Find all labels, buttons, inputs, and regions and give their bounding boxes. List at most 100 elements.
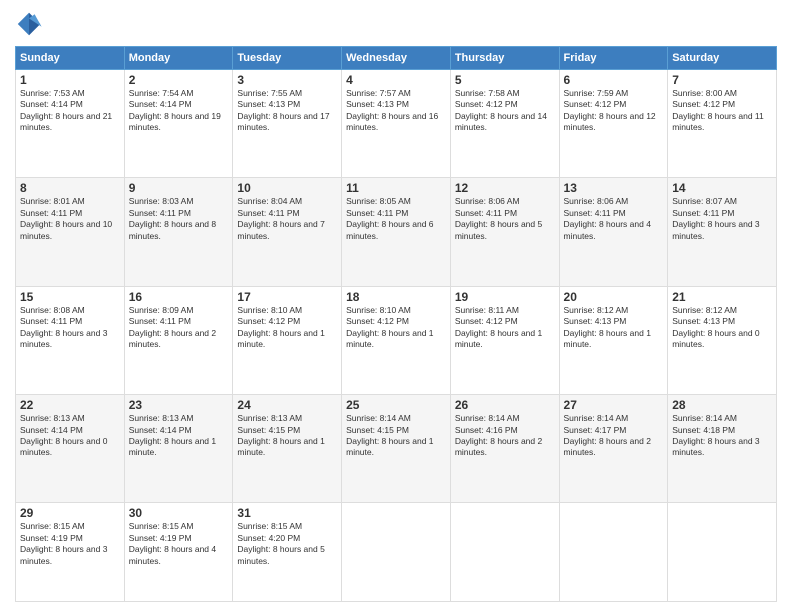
day-info: Sunrise: 8:13 AMSunset: 4:14 PMDaylight:… xyxy=(20,413,107,457)
day-info: Sunrise: 8:08 AMSunset: 4:11 PMDaylight:… xyxy=(20,305,107,349)
day-number: 27 xyxy=(564,398,664,412)
day-number: 4 xyxy=(346,73,446,87)
day-info: Sunrise: 8:12 AMSunset: 4:13 PMDaylight:… xyxy=(672,305,759,349)
day-info: Sunrise: 8:04 AMSunset: 4:11 PMDaylight:… xyxy=(237,196,324,240)
calendar-cell: 1 Sunrise: 7:53 AMSunset: 4:14 PMDayligh… xyxy=(16,70,125,178)
day-info: Sunrise: 7:55 AMSunset: 4:13 PMDaylight:… xyxy=(237,88,329,132)
calendar-cell: 30 Sunrise: 8:15 AMSunset: 4:19 PMDaylig… xyxy=(124,503,233,602)
day-number: 22 xyxy=(20,398,120,412)
day-number: 8 xyxy=(20,181,120,195)
calendar-cell: 31 Sunrise: 8:15 AMSunset: 4:20 PMDaylig… xyxy=(233,503,342,602)
calendar-cell xyxy=(450,503,559,602)
day-info: Sunrise: 8:15 AMSunset: 4:19 PMDaylight:… xyxy=(20,521,107,565)
day-number: 24 xyxy=(237,398,337,412)
day-number: 25 xyxy=(346,398,446,412)
logo xyxy=(15,10,47,38)
col-header-sunday: Sunday xyxy=(16,47,125,70)
calendar-cell: 3 Sunrise: 7:55 AMSunset: 4:13 PMDayligh… xyxy=(233,70,342,178)
day-number: 12 xyxy=(455,181,555,195)
day-info: Sunrise: 8:05 AMSunset: 4:11 PMDaylight:… xyxy=(346,196,433,240)
page: SundayMondayTuesdayWednesdayThursdayFrid… xyxy=(0,0,792,612)
logo-icon xyxy=(15,10,43,38)
day-number: 30 xyxy=(129,506,229,520)
day-info: Sunrise: 8:14 AMSunset: 4:15 PMDaylight:… xyxy=(346,413,433,457)
calendar: SundayMondayTuesdayWednesdayThursdayFrid… xyxy=(15,46,777,602)
day-info: Sunrise: 8:06 AMSunset: 4:11 PMDaylight:… xyxy=(564,196,651,240)
calendar-cell: 26 Sunrise: 8:14 AMSunset: 4:16 PMDaylig… xyxy=(450,395,559,503)
day-info: Sunrise: 8:12 AMSunset: 4:13 PMDaylight:… xyxy=(564,305,651,349)
calendar-cell: 5 Sunrise: 7:58 AMSunset: 4:12 PMDayligh… xyxy=(450,70,559,178)
calendar-cell: 28 Sunrise: 8:14 AMSunset: 4:18 PMDaylig… xyxy=(668,395,777,503)
day-number: 9 xyxy=(129,181,229,195)
day-number: 18 xyxy=(346,290,446,304)
day-info: Sunrise: 8:01 AMSunset: 4:11 PMDaylight:… xyxy=(20,196,112,240)
calendar-cell xyxy=(342,503,451,602)
day-number: 11 xyxy=(346,181,446,195)
day-number: 17 xyxy=(237,290,337,304)
calendar-cell: 17 Sunrise: 8:10 AMSunset: 4:12 PMDaylig… xyxy=(233,286,342,394)
day-info: Sunrise: 8:10 AMSunset: 4:12 PMDaylight:… xyxy=(346,305,433,349)
calendar-cell: 9 Sunrise: 8:03 AMSunset: 4:11 PMDayligh… xyxy=(124,178,233,286)
calendar-cell: 14 Sunrise: 8:07 AMSunset: 4:11 PMDaylig… xyxy=(668,178,777,286)
day-number: 23 xyxy=(129,398,229,412)
week-row-3: 15 Sunrise: 8:08 AMSunset: 4:11 PMDaylig… xyxy=(16,286,777,394)
day-info: Sunrise: 8:06 AMSunset: 4:11 PMDaylight:… xyxy=(455,196,542,240)
calendar-cell: 4 Sunrise: 7:57 AMSunset: 4:13 PMDayligh… xyxy=(342,70,451,178)
day-number: 26 xyxy=(455,398,555,412)
calendar-cell: 12 Sunrise: 8:06 AMSunset: 4:11 PMDaylig… xyxy=(450,178,559,286)
day-info: Sunrise: 8:00 AMSunset: 4:12 PMDaylight:… xyxy=(672,88,764,132)
calendar-cell: 10 Sunrise: 8:04 AMSunset: 4:11 PMDaylig… xyxy=(233,178,342,286)
calendar-cell: 22 Sunrise: 8:13 AMSunset: 4:14 PMDaylig… xyxy=(16,395,125,503)
calendar-cell: 24 Sunrise: 8:13 AMSunset: 4:15 PMDaylig… xyxy=(233,395,342,503)
calendar-cell: 20 Sunrise: 8:12 AMSunset: 4:13 PMDaylig… xyxy=(559,286,668,394)
col-header-thursday: Thursday xyxy=(450,47,559,70)
calendar-cell: 18 Sunrise: 8:10 AMSunset: 4:12 PMDaylig… xyxy=(342,286,451,394)
day-number: 3 xyxy=(237,73,337,87)
col-header-wednesday: Wednesday xyxy=(342,47,451,70)
calendar-cell: 25 Sunrise: 8:14 AMSunset: 4:15 PMDaylig… xyxy=(342,395,451,503)
col-header-friday: Friday xyxy=(559,47,668,70)
week-row-4: 22 Sunrise: 8:13 AMSunset: 4:14 PMDaylig… xyxy=(16,395,777,503)
day-info: Sunrise: 8:10 AMSunset: 4:12 PMDaylight:… xyxy=(237,305,324,349)
day-number: 20 xyxy=(564,290,664,304)
calendar-cell: 7 Sunrise: 8:00 AMSunset: 4:12 PMDayligh… xyxy=(668,70,777,178)
week-row-5: 29 Sunrise: 8:15 AMSunset: 4:19 PMDaylig… xyxy=(16,503,777,602)
calendar-cell: 13 Sunrise: 8:06 AMSunset: 4:11 PMDaylig… xyxy=(559,178,668,286)
col-header-saturday: Saturday xyxy=(668,47,777,70)
calendar-cell xyxy=(668,503,777,602)
calendar-cell: 11 Sunrise: 8:05 AMSunset: 4:11 PMDaylig… xyxy=(342,178,451,286)
calendar-cell: 29 Sunrise: 8:15 AMSunset: 4:19 PMDaylig… xyxy=(16,503,125,602)
day-number: 31 xyxy=(237,506,337,520)
day-info: Sunrise: 8:13 AMSunset: 4:15 PMDaylight:… xyxy=(237,413,324,457)
day-number: 10 xyxy=(237,181,337,195)
day-info: Sunrise: 8:14 AMSunset: 4:17 PMDaylight:… xyxy=(564,413,651,457)
day-number: 2 xyxy=(129,73,229,87)
calendar-cell: 15 Sunrise: 8:08 AMSunset: 4:11 PMDaylig… xyxy=(16,286,125,394)
day-number: 5 xyxy=(455,73,555,87)
calendar-cell: 8 Sunrise: 8:01 AMSunset: 4:11 PMDayligh… xyxy=(16,178,125,286)
day-info: Sunrise: 8:13 AMSunset: 4:14 PMDaylight:… xyxy=(129,413,216,457)
calendar-cell: 23 Sunrise: 8:13 AMSunset: 4:14 PMDaylig… xyxy=(124,395,233,503)
day-info: Sunrise: 8:09 AMSunset: 4:11 PMDaylight:… xyxy=(129,305,216,349)
day-number: 7 xyxy=(672,73,772,87)
calendar-header-row: SundayMondayTuesdayWednesdayThursdayFrid… xyxy=(16,47,777,70)
day-number: 19 xyxy=(455,290,555,304)
calendar-cell: 2 Sunrise: 7:54 AMSunset: 4:14 PMDayligh… xyxy=(124,70,233,178)
week-row-1: 1 Sunrise: 7:53 AMSunset: 4:14 PMDayligh… xyxy=(16,70,777,178)
day-number: 1 xyxy=(20,73,120,87)
day-info: Sunrise: 8:15 AMSunset: 4:19 PMDaylight:… xyxy=(129,521,216,565)
day-number: 6 xyxy=(564,73,664,87)
day-info: Sunrise: 7:59 AMSunset: 4:12 PMDaylight:… xyxy=(564,88,656,132)
day-number: 28 xyxy=(672,398,772,412)
calendar-cell xyxy=(559,503,668,602)
calendar-cell: 6 Sunrise: 7:59 AMSunset: 4:12 PMDayligh… xyxy=(559,70,668,178)
day-info: Sunrise: 7:54 AMSunset: 4:14 PMDaylight:… xyxy=(129,88,221,132)
header xyxy=(15,10,777,38)
day-info: Sunrise: 8:07 AMSunset: 4:11 PMDaylight:… xyxy=(672,196,759,240)
day-info: Sunrise: 8:15 AMSunset: 4:20 PMDaylight:… xyxy=(237,521,324,565)
day-info: Sunrise: 7:58 AMSunset: 4:12 PMDaylight:… xyxy=(455,88,547,132)
calendar-cell: 21 Sunrise: 8:12 AMSunset: 4:13 PMDaylig… xyxy=(668,286,777,394)
day-info: Sunrise: 8:03 AMSunset: 4:11 PMDaylight:… xyxy=(129,196,216,240)
day-number: 13 xyxy=(564,181,664,195)
calendar-cell: 16 Sunrise: 8:09 AMSunset: 4:11 PMDaylig… xyxy=(124,286,233,394)
